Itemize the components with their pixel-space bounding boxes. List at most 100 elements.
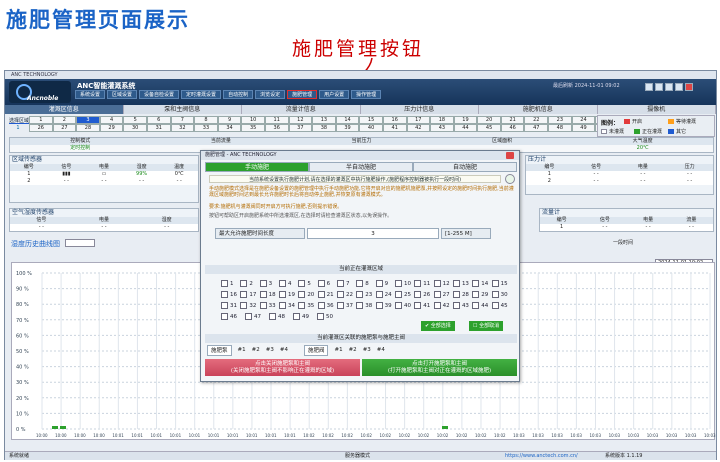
valve-1-checkbox[interactable]: #1 [334, 345, 342, 356]
zone-cell-47[interactable]: 47 [524, 124, 549, 132]
zone-checkbox-26[interactable]: 26 [414, 290, 433, 301]
tab-semi-auto-fertilize[interactable]: 半自动施肥 [309, 162, 413, 172]
zone-cell-20[interactable]: 20 [477, 116, 501, 124]
zone-checkbox-1[interactable]: 1 [221, 279, 240, 290]
zone-cell-23[interactable]: 23 [548, 116, 572, 124]
zone-checkbox-2[interactable]: 2 [240, 279, 259, 290]
zone-checkbox-34[interactable]: 34 [279, 301, 298, 312]
zone-cell-9[interactable]: 9 [217, 116, 242, 124]
zone-cell-39[interactable]: 39 [335, 124, 360, 132]
minimize-icon[interactable] [665, 83, 673, 91]
zone-cell-7[interactable]: 7 [170, 116, 195, 124]
zone-cell-1[interactable]: 1 [29, 116, 53, 124]
zone-checkbox-8[interactable]: 8 [356, 279, 375, 290]
menu-device-check[interactable]: 设备自检设置 [139, 90, 180, 99]
zone-checkbox-49[interactable]: 49 [293, 312, 317, 323]
zone-checkbox-12[interactable]: 12 [434, 279, 453, 290]
menu-browse-settings[interactable]: 浏览设定 [255, 90, 286, 99]
zone-checkbox-41[interactable]: 41 [414, 301, 433, 312]
zone-checkbox-36[interactable]: 36 [318, 301, 337, 312]
zone-cell-5[interactable]: 5 [123, 116, 147, 124]
zone-cell-22[interactable]: 22 [524, 116, 549, 124]
zone-cell-34[interactable]: 34 [217, 124, 242, 132]
zone-cell-29[interactable]: 29 [99, 124, 124, 132]
zone-cell-3[interactable]: 3 [76, 116, 100, 124]
zone-checkbox-35[interactable]: 35 [298, 301, 317, 312]
cancel-all-button[interactable]: ☐ 全部取消 [469, 321, 504, 331]
zone-checkbox-38[interactable]: 38 [356, 301, 375, 312]
menu-zone-settings[interactable]: 区域设置 [107, 90, 138, 99]
tab-pump-valve[interactable]: 泵和主阀信息 [124, 105, 242, 114]
pump-2-checkbox[interactable]: #2 [252, 345, 260, 356]
zone-checkbox-40[interactable]: 40 [395, 301, 414, 312]
zone-cell-12[interactable]: 12 [288, 116, 313, 124]
zone-checkbox-15[interactable]: 15 [492, 279, 511, 290]
zone-checkbox-16[interactable]: 16 [221, 290, 240, 301]
zone-cell-42[interactable]: 42 [406, 124, 431, 132]
zone-checkbox-3[interactable]: 3 [260, 279, 279, 290]
zone-checkbox-18[interactable]: 18 [260, 290, 279, 301]
zone-checkbox-29[interactable]: 29 [472, 290, 491, 301]
dialog-close-icon[interactable] [506, 152, 514, 159]
zone-cell-35[interactable]: 35 [241, 124, 265, 132]
zone-checkbox-50[interactable]: 50 [317, 312, 341, 323]
zone-cell-40[interactable]: 40 [359, 124, 383, 132]
zone-cell-43[interactable]: 43 [430, 124, 454, 132]
zone-cell-4[interactable]: 4 [99, 116, 124, 124]
zone-checkbox-4[interactable]: 4 [279, 279, 298, 290]
pump-4-checkbox[interactable]: #4 [280, 345, 288, 356]
zone-cell-41[interactable]: 41 [382, 124, 407, 132]
valve-2-checkbox[interactable]: #2 [349, 345, 357, 356]
zone-cell-19[interactable]: 19 [453, 116, 478, 124]
valve-3-checkbox[interactable]: #3 [363, 345, 371, 356]
tab-pressure-meter[interactable]: 压力计信息 [361, 105, 479, 114]
zone-checkbox-47[interactable]: 47 [245, 312, 269, 323]
zone-checkbox-7[interactable]: 7 [337, 279, 356, 290]
tab-camera[interactable]: 摄像机 [598, 105, 716, 114]
zone-cell-24[interactable]: 24 [571, 116, 596, 124]
refresh-icon[interactable] [505, 174, 515, 184]
zone-checkbox-31[interactable]: 31 [221, 301, 240, 312]
zone-checkbox-19[interactable]: 19 [279, 290, 298, 301]
zone-cell-37[interactable]: 37 [288, 124, 313, 132]
zone-cell-15[interactable]: 15 [359, 116, 383, 124]
zone-cell-33[interactable]: 33 [194, 124, 218, 132]
tab-fertilizer-machine[interactable]: 施肥机信息 [479, 105, 598, 114]
zone-cell-32[interactable]: 32 [170, 124, 195, 132]
zone-cell-2[interactable]: 2 [52, 116, 77, 124]
zone-cell-6[interactable]: 6 [146, 116, 171, 124]
menu-auto-control[interactable]: 自动控制 [223, 90, 254, 99]
zone-cell-48[interactable]: 48 [548, 124, 572, 132]
zone-cell-21[interactable]: 21 [500, 116, 525, 124]
zone-cell-13[interactable]: 13 [312, 116, 336, 124]
zone-checkbox-22[interactable]: 22 [337, 290, 356, 301]
zone-checkbox-32[interactable]: 32 [240, 301, 259, 312]
zone-cell-11[interactable]: 11 [264, 116, 289, 124]
zone-checkbox-48[interactable]: 48 [269, 312, 293, 323]
zone-cell-28[interactable]: 28 [76, 124, 100, 132]
open-fertilizer-button[interactable]: 点击打开施肥泵和主阀 (打开施肥泵和主阀对正在灌溉的区域施肥) [362, 359, 517, 376]
zone-cell-27[interactable]: 27 [52, 124, 77, 132]
max-time-input[interactable]: 3 [307, 228, 439, 239]
valve-4-checkbox[interactable]: #4 [377, 345, 385, 356]
zone-checkbox-33[interactable]: 33 [260, 301, 279, 312]
pump-1-checkbox[interactable]: #1 [238, 345, 246, 356]
zone-checkbox-14[interactable]: 14 [472, 279, 491, 290]
menu-timed-irrigation[interactable]: 定时灌溉设置 [181, 90, 222, 99]
zone-checkbox-9[interactable]: 9 [376, 279, 395, 290]
menu-fertilizer-management[interactable]: 施肥管理 [287, 90, 318, 99]
zone-cell-8[interactable]: 8 [194, 116, 218, 124]
zone-cell-30[interactable]: 30 [123, 124, 147, 132]
menu-system-settings[interactable]: 系统设置 [75, 90, 106, 99]
menu-user-settings[interactable]: 用户设置 [319, 90, 350, 99]
zone-checkbox-45[interactable]: 45 [492, 301, 511, 312]
zone-checkbox-20[interactable]: 20 [298, 290, 317, 301]
zone-checkbox-42[interactable]: 42 [434, 301, 453, 312]
tab-flow-meter[interactable]: 流量计信息 [242, 105, 361, 114]
close-icon[interactable] [685, 83, 693, 91]
zone-cell-46[interactable]: 46 [500, 124, 525, 132]
zone-checkbox-13[interactable]: 13 [453, 279, 472, 290]
zone-cell-16[interactable]: 16 [382, 116, 407, 124]
zone-checkbox-37[interactable]: 37 [337, 301, 356, 312]
tab-zone-info[interactable]: 灌溉区信息 [5, 105, 124, 114]
